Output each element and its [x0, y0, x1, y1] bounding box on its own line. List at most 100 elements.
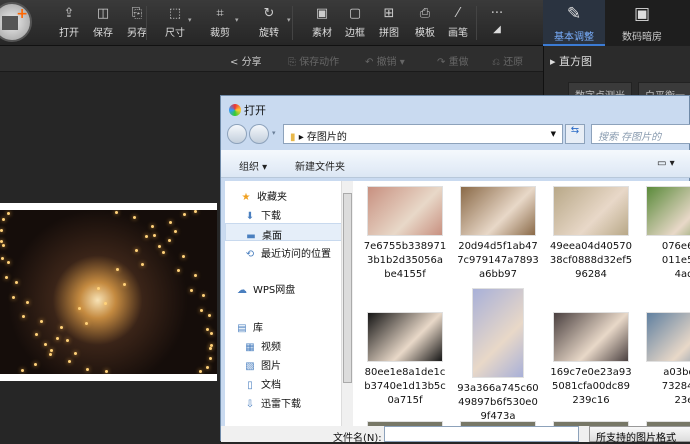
nav-item[interactable]: ⇩ 迅雷下载	[225, 392, 343, 410]
file-thumbnail	[367, 186, 443, 236]
toolbar-save-as-button[interactable]: ⎘ 另存	[120, 6, 154, 39]
file-item[interactable]: 80ee1e8a1de1c b3740e1d13b5c 0a715f	[359, 288, 451, 408]
toolbar-label: 模板	[415, 28, 435, 39]
address-path: 存图片的	[306, 132, 347, 143]
light-bokeh	[67, 360, 71, 364]
history-dropdown[interactable]: ▾	[272, 129, 276, 137]
file-item[interactable]: 7e6755b338971 3b1b2d35056a be4155f	[359, 186, 451, 282]
share-button[interactable]: < 分享	[230, 53, 262, 68]
light-bokeh	[173, 230, 177, 234]
nav-item-label: 下载	[261, 211, 281, 222]
nav-scrollbar[interactable]	[341, 181, 353, 426]
nav-item[interactable]: ▦ 视频	[225, 335, 343, 353]
refresh-button[interactable]: ⇆	[565, 124, 585, 144]
file-name-line: a03bdf1	[663, 367, 690, 378]
light-bokeh	[133, 215, 137, 219]
dropdown-caret[interactable]: ▾	[235, 16, 239, 24]
view-options-button[interactable]: ▭ ▾	[657, 158, 675, 169]
scroll-thumb[interactable]	[343, 193, 352, 383]
light-bokeh	[202, 294, 206, 298]
documents-icon: ▯	[247, 380, 253, 391]
nav-item[interactable]: ★ 收藏夹	[225, 185, 343, 203]
toolbar-rotate-button[interactable]: ↻ 旋转	[252, 6, 286, 39]
file-item[interactable]: a03bdf1 7328499 23e	[638, 288, 690, 408]
filename-input[interactable]	[384, 426, 579, 442]
file-item[interactable]: 20d94d5f1ab47 7c979147a7893 a6bb97	[452, 186, 544, 282]
library-icon: ▤	[237, 323, 247, 334]
nav-item[interactable]: ☁ WPS网盘	[225, 278, 343, 296]
dropdown-caret[interactable]: ▾	[188, 16, 192, 24]
light-bokeh	[194, 210, 198, 214]
file-name-line: 4ad	[674, 269, 690, 280]
nav-item[interactable]: ▬ 桌面	[225, 223, 343, 242]
new-folder-button[interactable]: 新建文件夹	[295, 158, 345, 173]
address-bar[interactable]: ▮ ▸ 存图片的 ▼	[283, 124, 563, 144]
cloud-icon: ☁	[237, 285, 247, 296]
nav-item-label: 图片	[261, 361, 281, 372]
file-item[interactable]: 49eea04d40570 38cf0888d32ef5 96284	[545, 186, 637, 282]
nav-item[interactable]: ▯ 文档	[225, 373, 343, 391]
redo-button[interactable]: ↷ 重做	[437, 53, 469, 68]
nav-item[interactable]: ⟲ 最近访问的位置	[225, 242, 343, 260]
file-thumbnail	[472, 288, 524, 378]
app-logo[interactable]: +	[0, 2, 32, 42]
forward-button[interactable]	[249, 124, 269, 144]
toolbar-save-button[interactable]: ◫ 保存	[86, 6, 120, 39]
file-thumbnail	[460, 186, 536, 236]
nav-item[interactable]: ⬇ 下载	[225, 204, 343, 222]
nav-item[interactable]: ▧ 图片	[225, 354, 343, 372]
file-type-select[interactable]: 所支持的图片格式	[589, 426, 690, 444]
file-name-line: 076e657	[661, 241, 690, 252]
search-input[interactable]: 搜索 存图片的	[591, 124, 690, 144]
nav-item-label: 库	[253, 323, 263, 334]
file-name-line: 23e	[674, 395, 690, 406]
dialog-title: 打开	[229, 102, 266, 118]
undo-button[interactable]: ↶ 撤销 ▾	[365, 53, 405, 68]
dialog-title-text: 打开	[244, 104, 266, 117]
back-button[interactable]	[227, 124, 247, 144]
toolbar-label: 拼图	[379, 28, 399, 39]
file-item[interactable]: 169c7e0e23a93 5081cfa00dc89 239c16	[545, 288, 637, 408]
organize-button[interactable]: 组织 ▾	[239, 158, 267, 173]
light-bokeh	[40, 319, 44, 323]
light-bokeh	[134, 249, 138, 253]
toolbar-brush-button[interactable]: ⁄ 画笔	[441, 6, 475, 39]
light-bokeh	[85, 367, 89, 371]
light-bokeh	[181, 255, 185, 259]
pictures-icon: ▧	[245, 361, 255, 372]
file-item[interactable]: 93a366a745c60 49897b6f530e0 9f473a	[452, 288, 544, 424]
divider	[292, 6, 293, 40]
file-name-line: a6bb97	[479, 269, 517, 280]
undo-label: 撤销	[376, 57, 397, 68]
toolbar-template-button[interactable]: ⎙ 模板	[408, 6, 442, 39]
restore-button[interactable]: ⎌ 还原	[492, 53, 523, 68]
dropdown-caret[interactable]: ▾	[287, 16, 291, 24]
tab-label: 基本调整	[554, 32, 594, 43]
file-name-line: 93a366a745c60	[457, 383, 539, 394]
nav-item-label: 收藏夹	[257, 192, 287, 203]
light-bokeh	[162, 251, 166, 255]
toolbar-label: 尺寸	[165, 28, 185, 39]
toolbar-material-button[interactable]: ▣ 素材	[305, 6, 339, 39]
save-action-button[interactable]: ⎘ 保存动作	[288, 53, 339, 68]
toolbar-collage-button[interactable]: ⊞ 拼图	[372, 6, 406, 39]
file-name-line: 0a715f	[387, 395, 423, 406]
tab-basic-adjust[interactable]: ✎ 基本调整	[543, 0, 605, 46]
light-bokeh	[0, 229, 3, 233]
toolbar-open-button[interactable]: ⇪ 打开	[52, 6, 86, 39]
edit-icon: ✎	[566, 4, 582, 24]
redo-label: 重做	[448, 57, 469, 68]
histogram-header[interactable]: ▸ 直方图	[550, 53, 592, 69]
toolbar-border-button[interactable]: ▢ 边框	[338, 6, 372, 39]
material-icon: ▣	[315, 6, 329, 21]
light-bokeh	[103, 302, 107, 306]
toolbar-label: 边框	[345, 28, 365, 39]
toolbar-crop-button[interactable]: ⌗ 裁剪	[203, 6, 237, 39]
address-dropdown[interactable]: ▼	[551, 130, 556, 138]
toolbar-resize-button[interactable]: ⬚ 尺寸	[158, 6, 192, 39]
nav-item[interactable]: ▤ 库	[225, 316, 343, 334]
file-item[interactable]: 076e657 011e57b 4ad	[638, 186, 690, 282]
more-tools-button[interactable]: ··· ◢	[480, 6, 514, 35]
more-icon: ···	[490, 6, 504, 21]
tab-digital-darkroom[interactable]: ▣ 数码暗房	[611, 0, 673, 46]
